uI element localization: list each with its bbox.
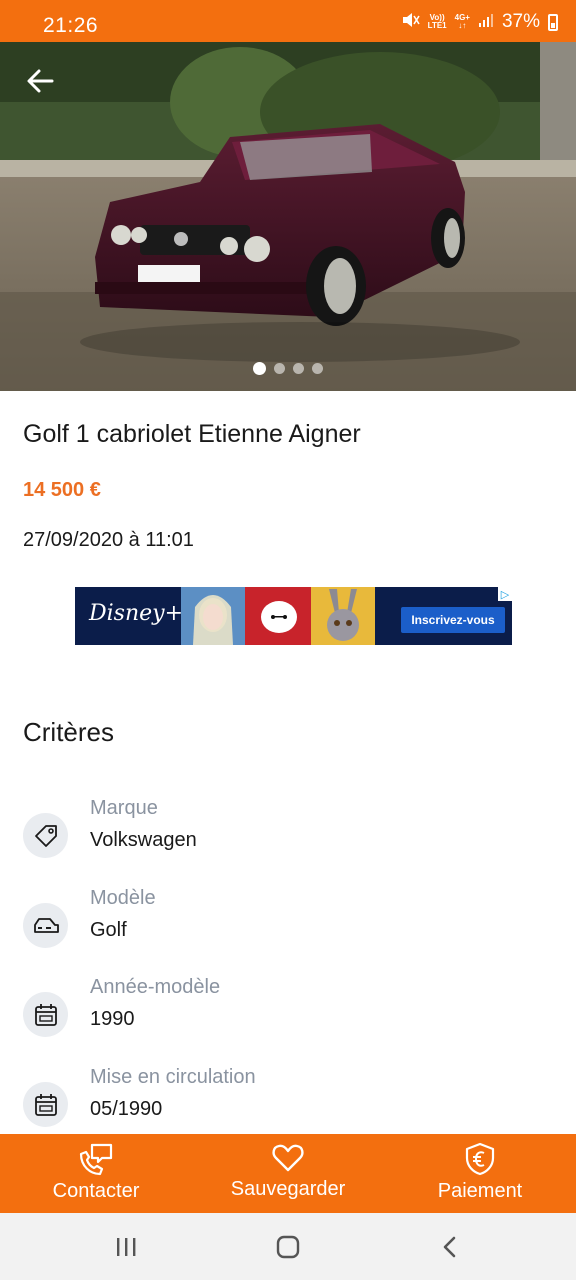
listing-price: 14 500 € [23,479,101,501]
payment-label: Paiement [437,1180,523,1202]
criteria-label: Année-modèle [90,976,221,998]
back-button[interactable] [20,64,60,98]
criteria-label: Mise en circulation [90,1066,256,1088]
ad-banner[interactable]: Disney+ Inscrivez-vous ▷ [75,587,512,645]
calendar-icon [23,1082,68,1127]
phone-message-icon [79,1143,113,1176]
listing-photo-carousel[interactable] [0,42,576,391]
shield-euro-icon [465,1142,495,1176]
carousel-dot[interactable] [293,363,304,374]
ad-image-character [245,587,311,645]
carousel-dot[interactable] [312,363,323,374]
battery-icon [548,13,558,31]
volte-indicator: Vo)) LTE1 [427,13,447,30]
contact-label: Contacter [52,1180,140,1202]
car-photo [0,42,576,391]
action-bar: Contacter Sauvegarder Paiement [0,1134,576,1213]
calendar-icon [23,992,68,1037]
carousel-indicators [0,362,576,375]
ad-image-character [181,587,245,645]
criteria-label: Marque [90,797,158,819]
home-icon [276,1235,300,1259]
contact-button[interactable]: Contacter [0,1134,192,1213]
status-bar: 21:26 Vo)) LTE1 4G+ ↓↑ 37% [0,0,576,42]
criteria-item-model: Modèle Golf [23,887,553,957]
tag-icon [23,813,68,858]
criteria-value: Golf [90,919,127,941]
heart-icon [272,1144,304,1172]
save-label: Sauvegarder [230,1178,346,1200]
recent-apps-icon [117,1238,136,1256]
criteria-item-registration: Mise en circulation 05/1990 [23,1066,553,1136]
save-button[interactable]: Sauvegarder [192,1134,384,1213]
criteria-item-model-year: Année-modèle 1990 [23,976,553,1046]
criteria-label: Modèle [90,887,156,909]
ad-cta-button[interactable]: Inscrivez-vous [401,607,505,633]
listing-date: 27/09/2020 à 11:01 [23,529,194,551]
criteria-value: 1990 [90,1008,135,1030]
payment-button[interactable]: Paiement [384,1134,576,1213]
carousel-dot[interactable] [274,363,285,374]
ad-choices-icon[interactable]: ▷ [498,587,512,601]
system-back-button[interactable] [430,1231,470,1263]
carousel-dot-active[interactable] [253,362,266,375]
battery-percent: 37% [501,11,540,32]
network-type: 4G+ ↓↑ [454,13,470,30]
criteria-value: 05/1990 [90,1098,163,1120]
ad-image-character [311,587,375,645]
recent-apps-button[interactable] [106,1231,146,1263]
status-icons: Vo)) LTE1 4G+ ↓↑ 37% [400,10,558,34]
status-time: 21:26 [43,14,99,37]
ad-brand-logo: Disney+ [89,601,184,626]
criteria-heading: Critères [23,717,115,747]
home-button[interactable] [268,1231,308,1263]
system-navigation-bar [0,1213,576,1280]
car-icon [23,903,68,948]
criteria-item-brand: Marque Volkswagen [23,797,553,867]
arrow-left-icon [27,69,54,93]
chevron-left-icon [443,1236,456,1258]
listing-title: Golf 1 cabriolet Etienne Aigner [23,420,361,448]
mute-icon [400,10,420,35]
signal-icon [478,12,494,33]
criteria-value: Volkswagen [90,829,197,851]
